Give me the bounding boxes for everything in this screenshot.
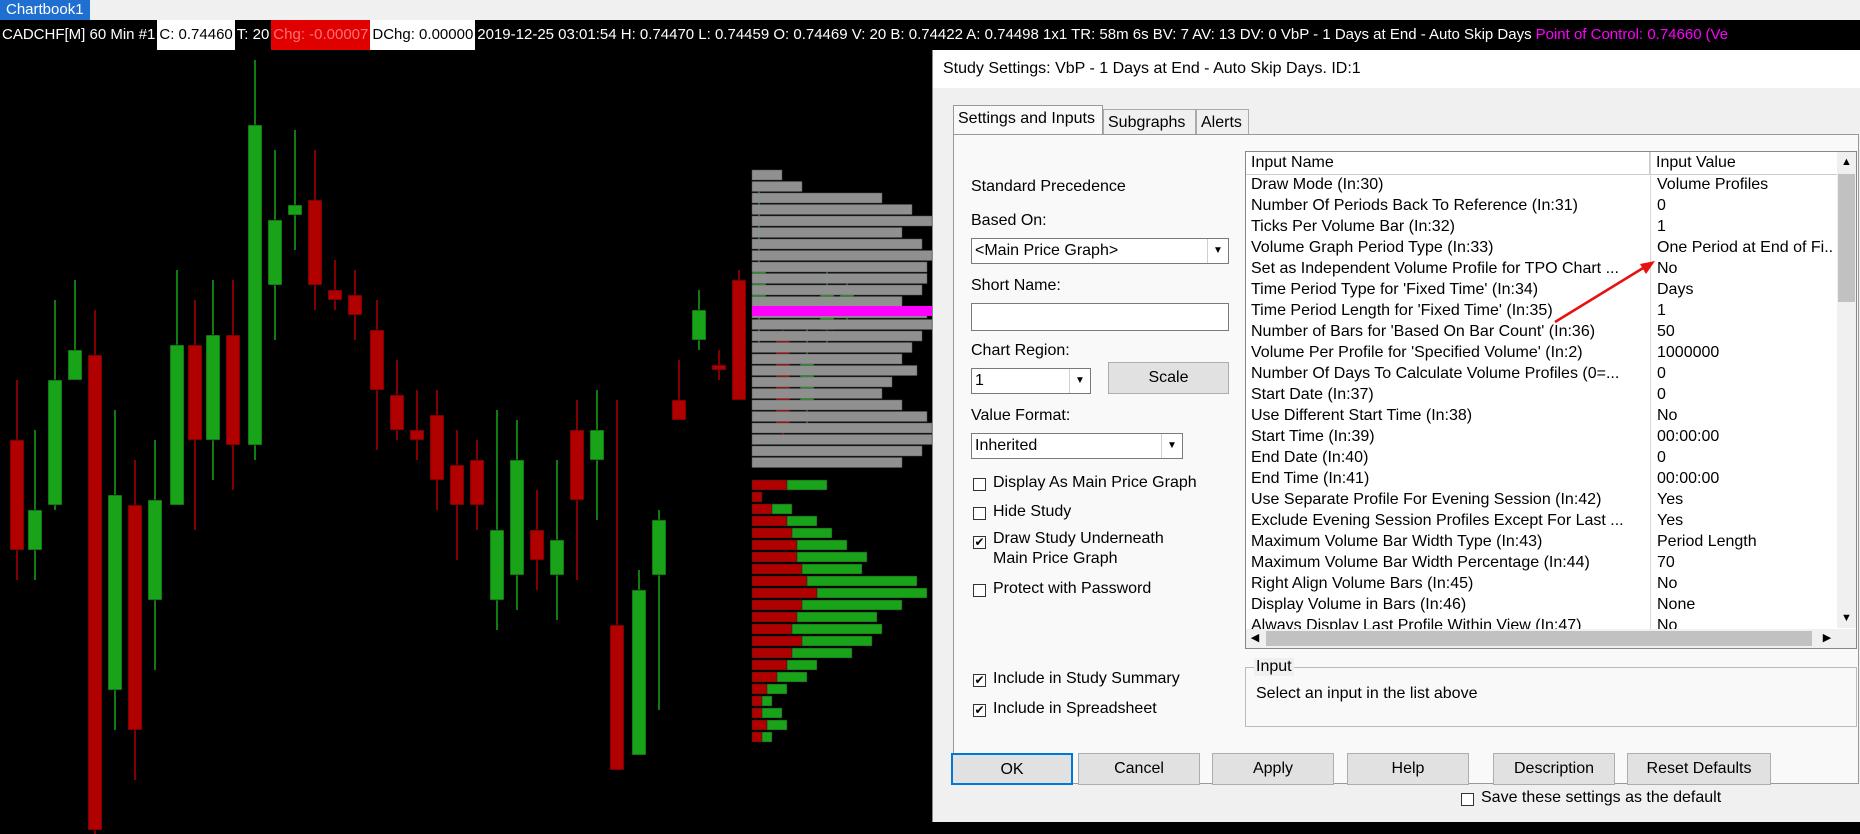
arrow-head-icon: [1640, 261, 1655, 274]
red-annotation-arrow: [1554, 263, 1649, 324]
annotation-overlay: [1554, 261, 1655, 324]
